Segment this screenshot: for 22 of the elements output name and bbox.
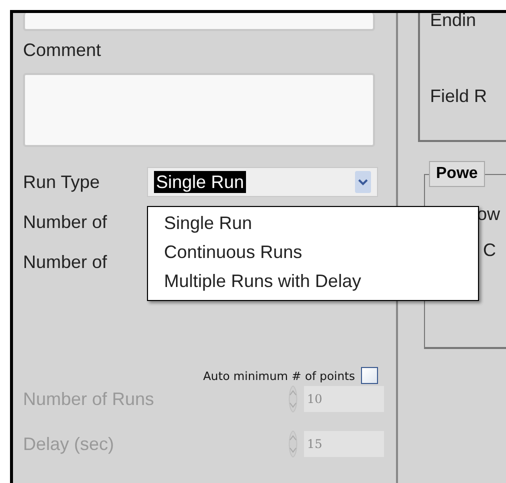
field-label: Field R [430, 85, 488, 107]
field-label: Endin [430, 13, 476, 31]
field-label: Number of [23, 251, 108, 273]
dropdown-option[interactable]: Continuous Runs [164, 238, 478, 267]
run-type-label: Run Type [23, 171, 101, 193]
auto-minimum-label: Auto minimum # of points [203, 368, 355, 382]
run-type-dropdown[interactable]: Single Run [147, 167, 378, 197]
field-label: Number of [23, 211, 108, 233]
comment-field[interactable] [23, 73, 375, 147]
text-field[interactable] [23, 13, 375, 31]
checkbox[interactable] [361, 367, 378, 384]
chevron-down-icon[interactable] [355, 171, 371, 193]
selected-value: Single Run [154, 171, 246, 193]
field-label: C [483, 239, 496, 261]
spinner-arrows-icon[interactable] [286, 385, 300, 413]
field-label: Number of Runs [23, 388, 156, 410]
field-label: Delay (sec) [23, 433, 116, 455]
comment-label: Comment [23, 39, 102, 61]
power-tab[interactable]: Powe [429, 161, 485, 187]
spinner-arrows-icon[interactable] [286, 430, 300, 458]
dropdown-option[interactable]: Multiple Runs with Delay [164, 267, 478, 296]
dropdown-option[interactable]: Single Run [164, 209, 478, 238]
